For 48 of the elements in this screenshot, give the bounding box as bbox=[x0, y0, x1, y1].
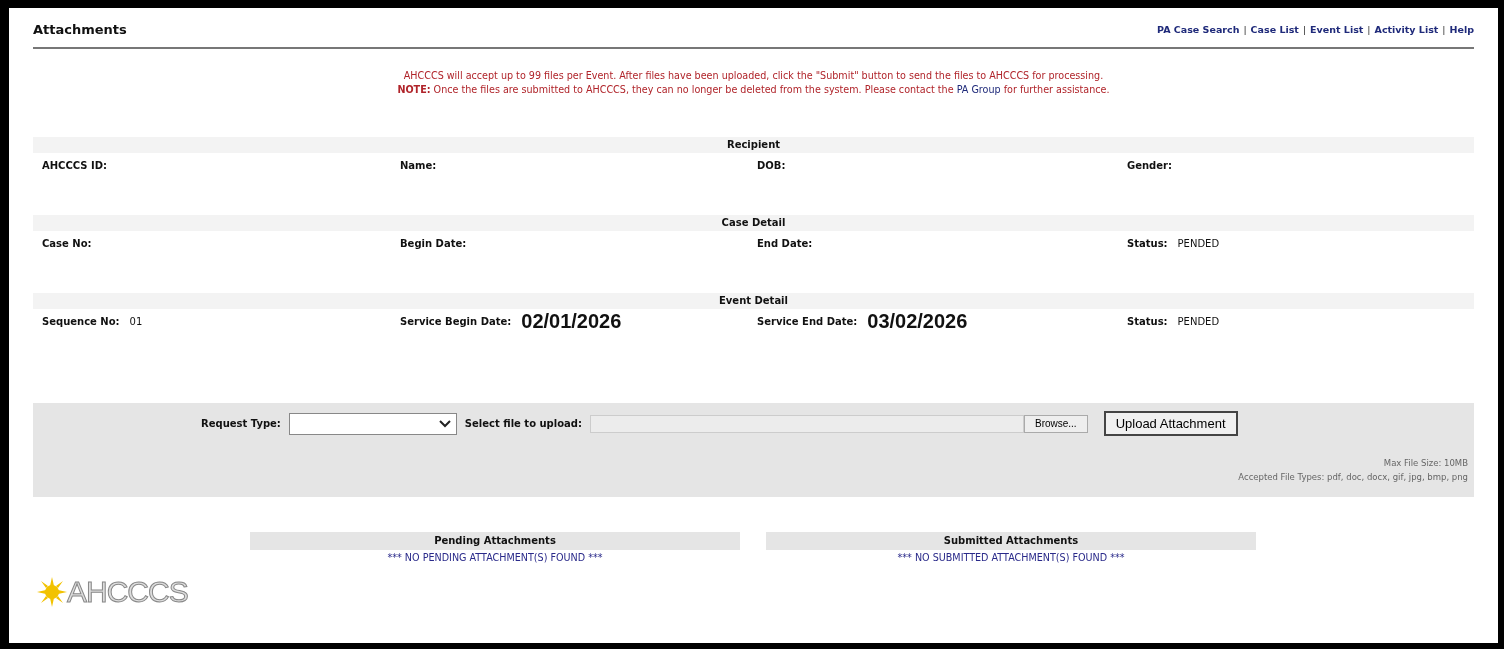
browse-button[interactable]: Browse... bbox=[1023, 414, 1088, 433]
section-header: Event Detail bbox=[33, 293, 1474, 309]
field-value: 02/01/2026 bbox=[521, 309, 622, 333]
nav-separator: | bbox=[1442, 23, 1446, 35]
field-label: DOB: bbox=[757, 159, 786, 171]
nav-link[interactable]: Case List bbox=[1250, 23, 1299, 35]
field-label: Sequence No: bbox=[42, 315, 120, 327]
field-label: Name: bbox=[400, 159, 437, 171]
field-label: Status: bbox=[1127, 237, 1168, 249]
nav-link[interactable]: PA Case Search bbox=[1157, 23, 1240, 35]
nav-separator: | bbox=[1367, 23, 1371, 35]
field-label: Gender: bbox=[1127, 159, 1172, 171]
field-value: 03/02/2026 bbox=[867, 309, 968, 333]
file-path-field[interactable] bbox=[589, 414, 1024, 433]
empty-message: *** NO SUBMITTED ATTACHMENT(S) FOUND *** bbox=[896, 552, 1126, 563]
list-header: Submitted Attachments bbox=[766, 532, 1256, 550]
accepted-file-types: Accepted File Types: pdf, doc, docx, gif, jpg, bmp, png bbox=[1238, 471, 1468, 484]
sun-icon bbox=[37, 577, 67, 607]
list-header: Pending Attachments bbox=[250, 532, 740, 550]
page-title: Attachments bbox=[33, 21, 127, 37]
nav-link[interactable]: Event List bbox=[1310, 23, 1364, 35]
field-label: End Date: bbox=[757, 237, 813, 249]
upload-attachment-button[interactable]: Upload Attachment bbox=[1103, 411, 1238, 436]
max-file-size: Max File Size: 10MB bbox=[1383, 457, 1468, 470]
empty-message: *** NO PENDING ATTACHMENT(S) FOUND *** bbox=[386, 552, 604, 563]
field-value: PENDED bbox=[1177, 237, 1220, 249]
logo-text: AHCCCS bbox=[67, 575, 188, 609]
nav-separator: | bbox=[1243, 23, 1247, 35]
field-value: PENDED bbox=[1177, 315, 1220, 327]
field-value: 01 bbox=[129, 315, 143, 327]
field-label: Case No: bbox=[42, 237, 92, 249]
pa-group-link[interactable]: PA Group bbox=[956, 84, 1001, 95]
nav-separator: | bbox=[1302, 23, 1307, 35]
field-label: Service Begin Date: bbox=[400, 315, 512, 327]
nav-link[interactable]: Activity List bbox=[1374, 23, 1439, 35]
note-message: NOTE: Once the files are submitted to AHCCCS, they can no longer be deleted from the system. Please contact the PA Group for further assistance. bbox=[396, 83, 1111, 97]
request-type-label: Request Type: bbox=[201, 418, 281, 429]
field-label: Service End Date: bbox=[757, 315, 858, 327]
section-header: Recipient bbox=[33, 137, 1474, 153]
field-label: Begin Date: bbox=[400, 237, 467, 249]
nav-link[interactable]: Help bbox=[1449, 23, 1474, 35]
field-label: AHCCCS ID: bbox=[42, 159, 107, 171]
chevron-down-icon bbox=[438, 419, 451, 428]
file-label: Select file to upload: bbox=[464, 418, 582, 429]
info-message: AHCCCS will accept up to 99 files per Event. After files have been uploaded, click the "Submit" button to send the files to AHCCCS for processing. bbox=[402, 69, 1105, 83]
section-header: Case Detail bbox=[33, 215, 1474, 231]
request-type-dropdown[interactable] bbox=[288, 412, 457, 435]
field-label: Status: bbox=[1127, 315, 1168, 327]
